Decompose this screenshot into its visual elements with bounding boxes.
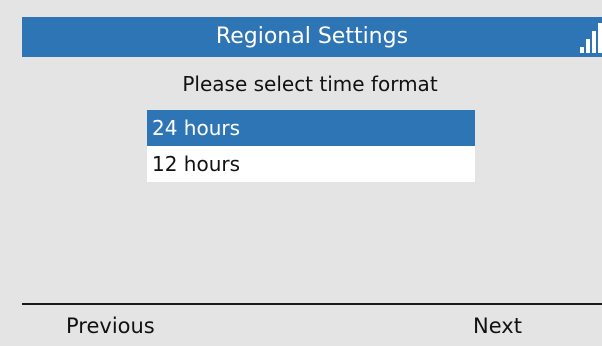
time-format-list: 24 hours 12 hours: [147, 110, 475, 182]
title-bar: Regional Settings: [22, 17, 602, 57]
next-softkey[interactable]: Next: [473, 308, 522, 344]
option-24-hours[interactable]: 24 hours: [147, 110, 475, 146]
option-12-hours[interactable]: 12 hours: [147, 146, 475, 182]
signal-bar-2: [586, 39, 590, 53]
signal-bar-3: [592, 31, 596, 53]
signal-bar-4: [598, 23, 602, 53]
device-screen: Regional Settings Please select time for…: [0, 0, 602, 346]
prompt-text: Please select time format: [182, 72, 438, 96]
previous-softkey[interactable]: Previous: [66, 308, 155, 344]
softkey-divider: [22, 303, 602, 305]
page-title: Regional Settings: [215, 24, 409, 49]
signal-bar-1: [580, 47, 584, 53]
signal-strength-icon: [580, 21, 602, 53]
